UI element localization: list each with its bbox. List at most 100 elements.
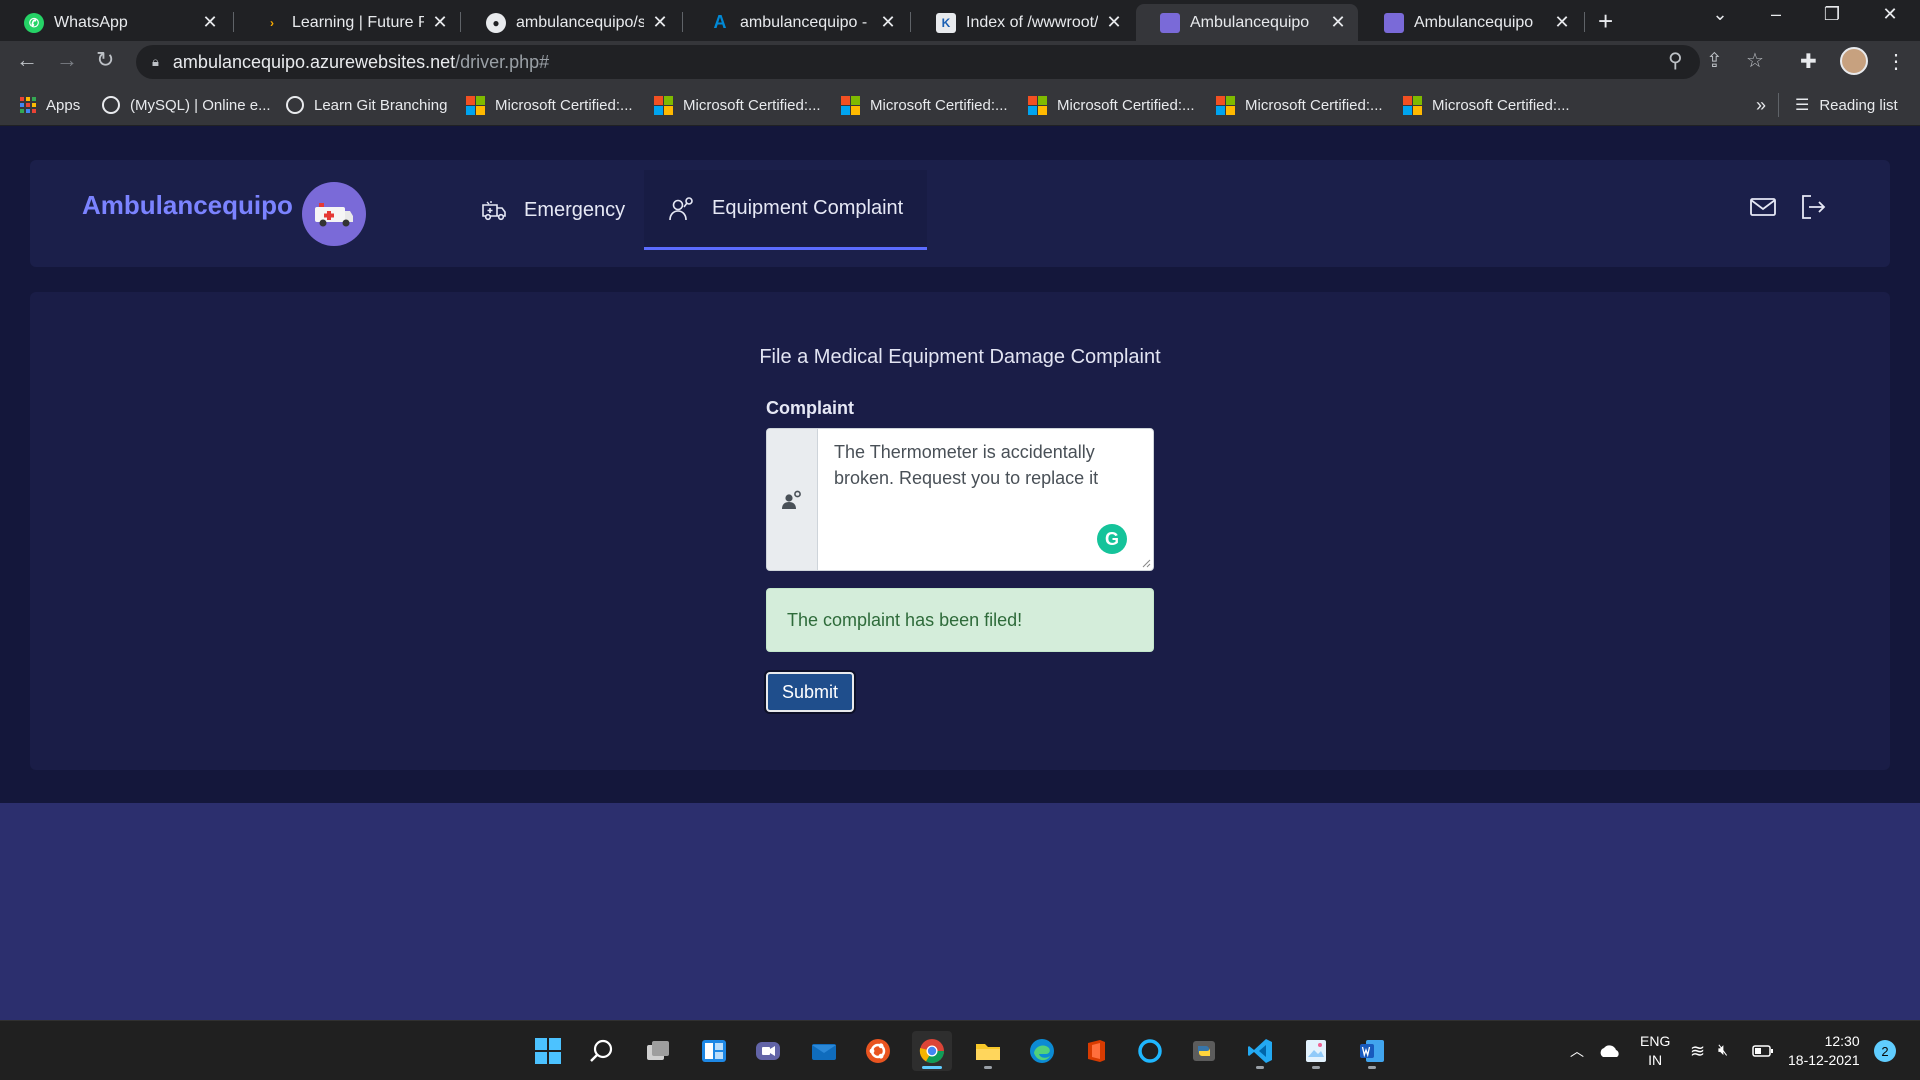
onedrive-icon[interactable] <box>1598 1021 1622 1080</box>
close-icon[interactable]: ✕ <box>1552 12 1572 33</box>
url-path: /driver.php# <box>455 51 550 72</box>
bookmark-label: Microsoft Certified:... <box>870 96 1008 114</box>
whatsapp-icon: ✆ <box>24 12 44 33</box>
lock-icon[interactable]: 🔒︎ <box>152 54 159 70</box>
bookmark-star-icon[interactable]: ☆ <box>1746 48 1764 73</box>
restore-icon[interactable]: ❐ <box>1812 4 1852 25</box>
close-icon[interactable]: ✕ <box>650 12 670 33</box>
bookmark-ms-cert-5[interactable]: Microsoft Certified:... <box>1216 84 1383 126</box>
tab-title: ambulancequipo/start <box>516 13 644 31</box>
task-view-icon[interactable] <box>638 1031 678 1071</box>
nav-label: Emergency <box>524 198 626 221</box>
nav-emergency[interactable]: Emergency <box>456 170 649 250</box>
tab-title: Ambulancequipo <box>1414 13 1534 31</box>
tab-ambulancequipo-active[interactable]: Ambulancequipo ✕ <box>1136 4 1358 41</box>
bookmark-ms-cert-6[interactable]: Microsoft Certified:... <box>1403 84 1570 126</box>
battery-icon[interactable] <box>1752 1021 1774 1080</box>
reading-list-button[interactable]: ☰ Reading list <box>1778 93 1898 117</box>
browser-toolbar: ← → ↻ 🔒︎ ambulancequipo.azurewebsites.ne… <box>0 41 1920 84</box>
show-hidden-icons-icon[interactable]: ︿ <box>1570 1021 1584 1080</box>
microsoft-logo-icon <box>1403 95 1422 115</box>
chrome-icon[interactable] <box>912 1031 952 1071</box>
mail-icon[interactable] <box>804 1031 844 1071</box>
paint-icon[interactable] <box>1296 1031 1336 1071</box>
grammarly-icon[interactable]: G <box>1097 524 1127 554</box>
technician-icon <box>782 490 801 509</box>
cortana-icon[interactable] <box>1130 1031 1170 1071</box>
profile-avatar[interactable] <box>1840 47 1868 75</box>
ambulance-icon <box>482 201 506 221</box>
bookmark-mysql[interactable]: (MySQL) | Online e... <box>102 84 271 126</box>
edge-icon[interactable] <box>1022 1031 1062 1071</box>
reading-list-label: Reading list <box>1819 96 1898 114</box>
language-indicator[interactable]: ENG IN <box>1640 1021 1670 1080</box>
file-explorer-icon[interactable] <box>968 1031 1008 1071</box>
language-code: ENG <box>1640 1033 1671 1049</box>
new-tab-button[interactable]: + <box>1598 6 1613 37</box>
bookmark-label: Microsoft Certified:... <box>683 96 821 114</box>
complaint-label: Complaint <box>766 398 854 418</box>
input-addon <box>767 429 818 570</box>
vscode-icon[interactable] <box>1240 1031 1280 1071</box>
tab-learning[interactable]: › Learning | Future Read ✕ <box>238 4 460 41</box>
nav-equipment-complaint[interactable]: Equipment Complaint <box>644 170 928 250</box>
tab-whatsapp[interactable]: ✆ WhatsApp ✕ <box>0 4 230 41</box>
extensions-icon[interactable]: ✚ <box>1800 49 1817 74</box>
search-icon[interactable] <box>582 1031 622 1071</box>
teams-chat-icon[interactable] <box>748 1031 788 1071</box>
window-close-icon[interactable]: ✕ <box>1870 4 1910 25</box>
minimize-icon[interactable]: – <box>1756 4 1796 25</box>
volume-muted-icon[interactable]: 🔇︎ <box>1718 1021 1728 1080</box>
complaint-form-card: File a Medical Equipment Damage Complain… <box>30 292 1890 770</box>
mail-icon[interactable] <box>1748 192 1778 222</box>
bookmark-ms-cert-4[interactable]: Microsoft Certified:... <box>1028 84 1195 126</box>
word-icon[interactable] <box>1352 1031 1392 1071</box>
ubuntu-icon[interactable] <box>858 1031 898 1071</box>
close-icon[interactable]: ✕ <box>878 12 898 33</box>
close-icon[interactable]: ✕ <box>1328 12 1348 33</box>
bookmark-ms-cert-2[interactable]: Microsoft Certified:... <box>654 84 821 126</box>
clock-time: 12:30 <box>1824 1033 1860 1049</box>
widgets-icon[interactable] <box>694 1031 734 1071</box>
location-pin-icon[interactable]: ⚲ <box>1668 48 1683 73</box>
tab-title: Ambulancequipo <box>1190 13 1310 31</box>
address-bar[interactable]: 🔒︎ ambulancequipo.azurewebsites.net/driv… <box>136 45 1764 79</box>
tab-azure[interactable]: A ambulancequipo - Mi ✕ <box>686 4 908 41</box>
tab-search-icon[interactable]: ⌄ <box>1700 4 1740 25</box>
python-icon[interactable] <box>1184 1031 1224 1071</box>
close-icon[interactable]: ✕ <box>200 12 220 33</box>
windows-start-icon[interactable] <box>528 1031 568 1071</box>
bookmark-label: Microsoft Certified:... <box>1245 96 1383 114</box>
bookmarks-bar: Apps (MySQL) | Online e... Learn Git Bra… <box>0 84 1920 126</box>
share-icon[interactable]: ⇪ <box>1706 48 1723 73</box>
back-icon[interactable]: ← <box>16 47 38 73</box>
brand-name[interactable]: Ambulancequipo <box>82 190 293 221</box>
ambulancequipo-favicon-icon <box>1384 12 1404 33</box>
forward-icon[interactable]: → <box>56 47 78 73</box>
wifi-icon[interactable]: ≋ <box>1690 1021 1705 1080</box>
tab-index-wwwroot[interactable]: K Index of /wwwroot/ ✕ <box>912 4 1134 41</box>
menu-kebab-icon[interactable]: ⋮ <box>1886 49 1906 74</box>
bookmark-ms-cert-1[interactable]: Microsoft Certified:... <box>466 84 633 126</box>
close-icon[interactable]: ✕ <box>430 12 450 33</box>
notification-center[interactable]: 2 <box>1874 1021 1896 1080</box>
open-indicator <box>984 1066 992 1069</box>
url-host: ambulancequipo.azurewebsites.net <box>172 51 456 72</box>
bookmark-apps[interactable]: Apps <box>20 84 80 126</box>
bookmarks-overflow-button[interactable]: » <box>1756 84 1766 126</box>
bookmark-label: Microsoft Certified:... <box>1057 96 1195 114</box>
bookmark-ms-cert-3[interactable]: Microsoft Certified:... <box>841 84 1008 126</box>
logout-icon[interactable] <box>1798 192 1828 222</box>
open-indicator <box>1256 1066 1264 1069</box>
close-icon[interactable]: ✕ <box>1104 12 1124 33</box>
office-icon[interactable] <box>1076 1031 1116 1071</box>
learning-favicon-icon: › <box>270 15 274 30</box>
bookmark-learn-git[interactable]: Learn Git Branching <box>286 84 447 126</box>
tab-github[interactable]: ● ambulancequipo/start ✕ <box>462 4 680 41</box>
resize-handle-icon[interactable] <box>1141 558 1151 568</box>
submit-button[interactable]: Submit <box>766 672 854 712</box>
tab-ambulancequipo[interactable]: Ambulancequipo ✕ <box>1360 4 1582 41</box>
reading-list-icon: ☰ <box>1795 97 1810 114</box>
clock[interactable]: 12:30 18-12-2021 <box>1788 1021 1860 1080</box>
reload-icon[interactable]: ↻ <box>96 47 114 73</box>
